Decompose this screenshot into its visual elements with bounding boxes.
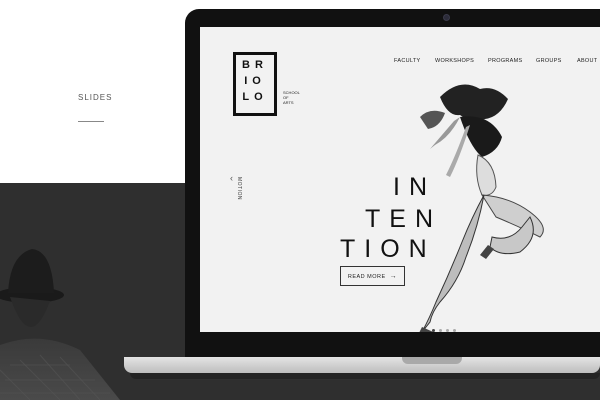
pagination-dot[interactable] bbox=[446, 329, 449, 332]
slides-underline bbox=[78, 121, 104, 122]
pagination-dot[interactable] bbox=[432, 329, 435, 332]
nav-workshops[interactable]: WORKSHOPS bbox=[435, 58, 474, 64]
nav-groups[interactable]: GROUPS bbox=[536, 58, 562, 64]
logo-subtitle: SCHOOL OF ARTS bbox=[283, 90, 303, 105]
laptop-base bbox=[124, 357, 600, 373]
chevron-left-icon[interactable]: ‹ bbox=[230, 173, 233, 183]
laptop-shadow bbox=[130, 373, 600, 379]
laptop-notch bbox=[402, 357, 462, 364]
slide-pagination bbox=[432, 319, 460, 332]
logo-row-1: BR bbox=[242, 59, 268, 71]
motion-vertical-label: MOTION bbox=[236, 177, 242, 200]
arrow-right-icon: → bbox=[389, 273, 398, 280]
read-more-button[interactable]: READ MORE → bbox=[340, 266, 405, 286]
nav-faculty[interactable]: FACULTY bbox=[394, 58, 420, 64]
camera-icon bbox=[443, 14, 450, 21]
logo-row-2: IO bbox=[244, 75, 266, 87]
nav-about[interactable]: ABOUT bbox=[577, 58, 597, 64]
headline-line-1: IN bbox=[393, 173, 436, 201]
slides-label: SLIDES bbox=[78, 93, 113, 102]
person-in-hat-photo bbox=[0, 249, 120, 400]
pagination-dot[interactable] bbox=[439, 329, 442, 332]
headline-line-2: TEN bbox=[365, 205, 442, 233]
briolo-logo[interactable]: BR IO LO bbox=[233, 52, 277, 116]
read-more-label: READ MORE bbox=[347, 274, 386, 280]
logo-row-3: LO bbox=[242, 91, 268, 103]
laptop-screen: BR IO LO SCHOOL OF ARTS FACULTY WORKSHOP… bbox=[200, 27, 600, 332]
headline-line-3: TION bbox=[340, 235, 436, 263]
logo-sub-line-3: ARTS bbox=[283, 100, 294, 105]
pagination-dot[interactable] bbox=[453, 329, 456, 332]
nav-programs[interactable]: PROGRAMS bbox=[488, 58, 523, 64]
